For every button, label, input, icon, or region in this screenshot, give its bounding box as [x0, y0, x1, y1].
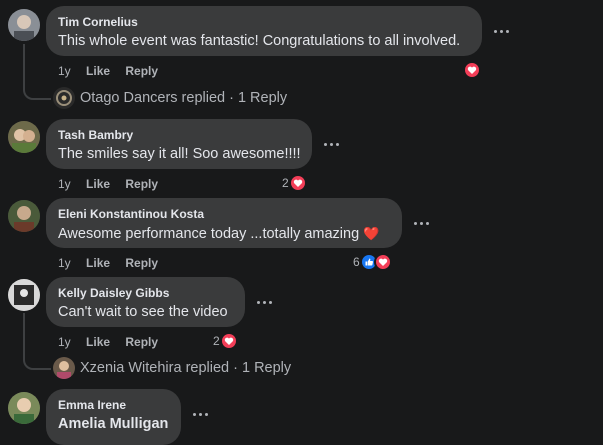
view-replies-link[interactable]: Otago Dancers replied · 1 Reply [80, 90, 287, 106]
avatar[interactable] [53, 357, 75, 379]
comment-actions: 1y Like Reply [58, 256, 170, 270]
reaction-summary[interactable]: 6 [353, 253, 392, 271]
more-options-button[interactable] [188, 404, 212, 424]
comment-author[interactable]: Tim Cornelius [58, 14, 470, 30]
more-options-button[interactable] [489, 21, 513, 41]
reaction-summary[interactable]: 2 [213, 332, 238, 350]
reaction-count: 2 [213, 334, 220, 348]
comment-age[interactable]: 1y [58, 256, 71, 270]
thread-line [23, 313, 51, 370]
comment-bubble: Kelly Daisley Gibbs Can't wait to see th… [46, 277, 245, 327]
comment-text: This whole event was fantastic! Congratu… [58, 33, 461, 49]
avatar[interactable] [8, 279, 40, 311]
comment-age[interactable]: 1y [58, 335, 71, 349]
thread-line [23, 44, 51, 100]
more-options-button[interactable] [409, 213, 433, 233]
comment-author[interactable]: Kelly Daisley Gibbs [58, 285, 233, 301]
comment-text: Awesome performance today ...totally ama… [58, 224, 390, 244]
avatar[interactable] [53, 87, 75, 109]
comment-actions: 1y Like Reply [58, 64, 170, 78]
comment-actions: 1y Like Reply [58, 177, 170, 191]
reaction-summary[interactable]: 2 [282, 174, 307, 192]
comment-text: Can't wait to see the video [58, 304, 228, 320]
reply-button[interactable]: Reply [125, 256, 158, 270]
heart-icon [373, 253, 392, 271]
heart-icon [219, 332, 238, 350]
heart-icon [288, 174, 307, 192]
comment-bubble: Eleni Konstantinou Kosta Awesome perform… [46, 198, 402, 248]
reply-button[interactable]: Reply [125, 64, 158, 78]
like-button[interactable]: Like [86, 335, 110, 349]
like-button[interactable]: Like [86, 64, 110, 78]
comment-age[interactable]: 1y [58, 64, 71, 78]
avatar[interactable] [8, 392, 40, 424]
reaction-count: 2 [282, 176, 289, 190]
comment-author[interactable]: Eleni Konstantinou Kosta [58, 206, 390, 222]
reaction-summary[interactable] [463, 61, 481, 79]
comment-bubble: Tim Cornelius This whole event was fanta… [46, 6, 482, 56]
avatar[interactable] [8, 200, 40, 232]
comment-age[interactable]: 1y [58, 177, 71, 191]
comment-text: The smiles say it all! Soo awesome!!!! [58, 146, 301, 162]
tagged-user-link[interactable]: Amelia Mulligan [58, 415, 169, 434]
more-options-button[interactable] [319, 134, 343, 154]
comment-text-body: Awesome performance today ...totally ama… [58, 226, 360, 242]
reply-button[interactable]: Reply [125, 177, 158, 191]
heart-emoji: ❤️ [363, 226, 380, 241]
reaction-count: 6 [353, 255, 360, 269]
like-button[interactable]: Like [86, 256, 110, 270]
comment-bubble: Tash Bambry The smiles say it all! Soo a… [46, 119, 312, 169]
reply-button[interactable]: Reply [125, 335, 158, 349]
comment-actions: 1y Like Reply [58, 335, 170, 349]
comment-author[interactable]: Tash Bambry [58, 127, 300, 143]
avatar[interactable] [8, 121, 40, 153]
view-replies-link[interactable]: Xzenia Witehira replied · 1 Reply [80, 360, 291, 376]
avatar[interactable] [8, 9, 40, 41]
comment-author[interactable]: Emma Irene [58, 397, 169, 413]
heart-icon [463, 61, 481, 79]
like-button[interactable]: Like [86, 177, 110, 191]
more-options-button[interactable] [252, 292, 276, 312]
